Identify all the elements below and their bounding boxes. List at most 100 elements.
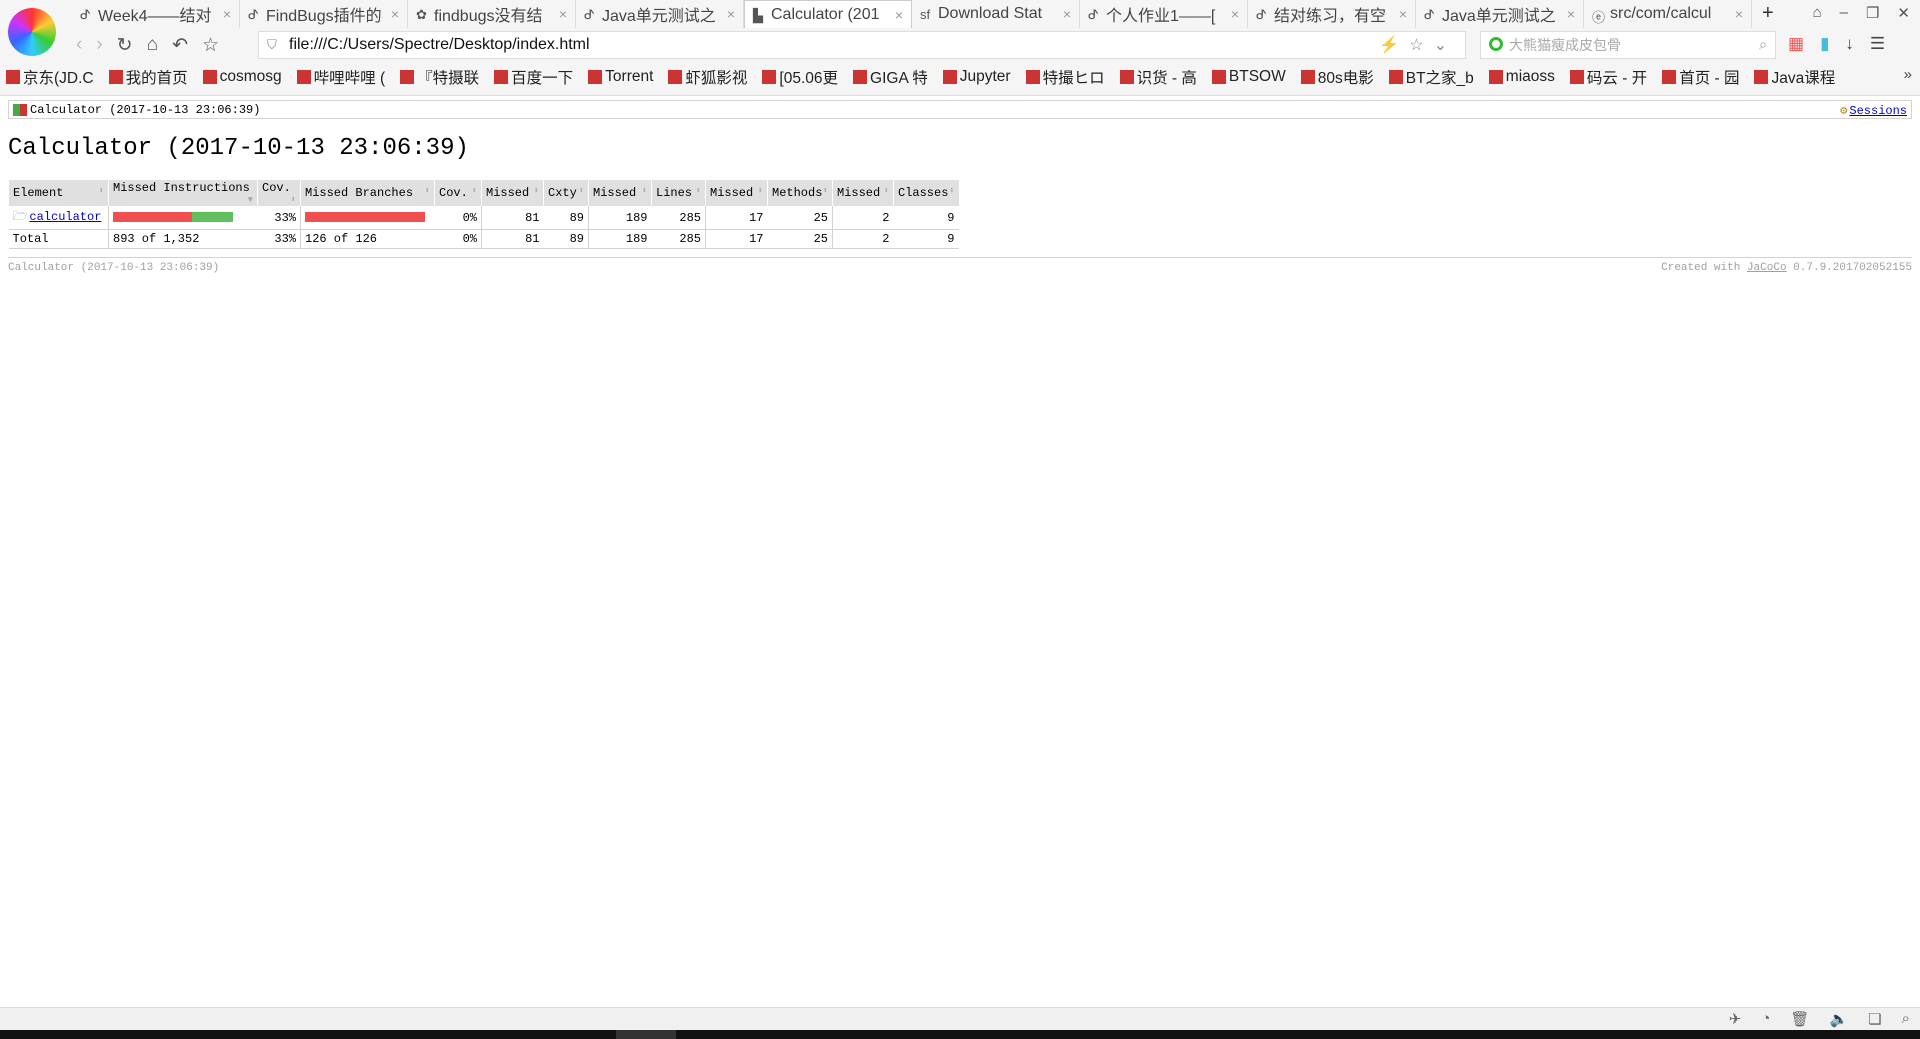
bookmark-item[interactable]: 虾狐影视 xyxy=(668,66,747,88)
address-bar[interactable]: ⛉ file:///C:/Users/Spectre/Desktop/index… xyxy=(258,31,1466,59)
tab[interactable]: ᕷ FindBugs插件的 × xyxy=(240,0,408,28)
cell-missed-branches xyxy=(300,206,435,230)
search-input[interactable]: 大熊猫瘦成皮包骨 ⌕ xyxy=(1480,31,1776,59)
column-header[interactable]: Missed ⬍ xyxy=(481,180,544,206)
column-label: Missed Branches xyxy=(305,186,414,200)
bookmark-item[interactable]: Java课程 xyxy=(1754,66,1835,88)
tab[interactable]: ᕷ Java单元测试之 × xyxy=(576,0,744,28)
star-icon[interactable]: ☆ xyxy=(202,34,219,57)
home-icon[interactable]: ⌂ xyxy=(147,34,158,57)
bookmark-item[interactable]: 码云 - 开 xyxy=(1569,66,1648,88)
tab-close-icon[interactable]: × xyxy=(1399,6,1407,22)
column-header[interactable]: Missed Branches ⬍ xyxy=(300,180,435,206)
sessions-label: Sessions xyxy=(1849,104,1907,118)
tab[interactable]: ᕷ Java单元测试之 × xyxy=(1416,0,1584,28)
new-tab-button[interactable]: + xyxy=(1762,2,1774,25)
column-header[interactable]: Missed ⬍ xyxy=(588,180,652,206)
column-header[interactable]: Missed ⬍ xyxy=(705,180,768,206)
column-header[interactable]: Cov. ⬍ xyxy=(257,180,301,206)
undo-icon[interactable]: ↶ xyxy=(172,34,188,57)
bookmark-item[interactable]: Torrent xyxy=(588,66,653,88)
apps-icon[interactable]: ▦ xyxy=(1788,34,1804,54)
tab-close-icon[interactable]: × xyxy=(727,6,735,22)
tab-close-icon[interactable]: × xyxy=(559,6,567,22)
tab-close-icon[interactable]: × xyxy=(223,6,231,22)
bookmarks-more[interactable]: » xyxy=(1904,66,1912,83)
bookmark-item[interactable]: 百度一下 xyxy=(494,66,573,88)
column-header[interactable]: Missed ⬍ xyxy=(832,180,894,206)
bookmark-item[interactable]: miaoss xyxy=(1488,66,1555,88)
bookmark-item[interactable]: BT之家_b xyxy=(1388,66,1474,88)
tab-close-icon[interactable]: × xyxy=(391,6,399,22)
menu-icon[interactable]: ☰ xyxy=(1870,34,1885,54)
bookmark-label: BT之家_b xyxy=(1405,70,1474,87)
bookmark-label: 识货 - 高 xyxy=(1136,70,1197,87)
tab[interactable]: ᕷ Week4——结对 × xyxy=(72,0,240,28)
tab-close-icon[interactable]: × xyxy=(1567,6,1575,22)
column-header[interactable]: Element ⬍ xyxy=(8,180,109,206)
column-label: Missed Instructions xyxy=(113,181,250,195)
tab-close-icon[interactable]: × xyxy=(1735,6,1743,22)
tab[interactable]: ▙ Calculator (201 × xyxy=(744,0,912,28)
window-controls: ⌂ – ❐ ✕ xyxy=(1813,4,1910,22)
tab-close-icon[interactable]: × xyxy=(1063,6,1071,22)
bookmark-item[interactable]: cosmosg xyxy=(202,66,282,88)
tab[interactable]: ᕷ 个人作业1——[× xyxy=(1080,0,1248,28)
bookmark-icon xyxy=(202,70,217,84)
bookmark-item[interactable]: 80s电影 xyxy=(1300,66,1374,88)
url-text[interactable]: file:///C:/Users/Spectre/Desktop/index.h… xyxy=(289,36,590,54)
volume-icon[interactable]: 🔈 xyxy=(1829,1010,1848,1028)
tab[interactable]: ⓔ src/com/calcul × xyxy=(1584,0,1752,28)
column-header[interactable]: Missed Instructions ▼ xyxy=(108,180,258,206)
reload-icon[interactable]: ↻ xyxy=(117,34,133,57)
back-icon[interactable]: ‹ xyxy=(76,34,82,57)
bookmark-item[interactable]: Jupyter xyxy=(942,66,1011,88)
skin-icon[interactable]: ⌂ xyxy=(1813,4,1822,22)
bookmark-item[interactable]: 我的首页 xyxy=(108,66,188,88)
speed-icon[interactable]: ◔ xyxy=(1761,1010,1770,1028)
search-engine-icon xyxy=(1489,37,1503,51)
column-header[interactable]: Methods ⬍ xyxy=(767,180,833,206)
tab[interactable]: ✿ findbugs没有结 × xyxy=(408,0,576,28)
sessions-link[interactable]: ⚙ Sessions xyxy=(1840,103,1907,118)
tab[interactable]: sf Download Stat × xyxy=(912,0,1080,28)
rocket-icon[interactable]: ✈ xyxy=(1729,1010,1742,1028)
bookmark-item[interactable]: 首页 - 园 xyxy=(1662,66,1739,88)
minimize-button[interactable]: – xyxy=(1840,4,1848,22)
bookmark-item[interactable]: 哔哩哔哩 ( xyxy=(296,66,385,88)
bag-icon[interactable]: ▮ xyxy=(1820,34,1829,54)
download-icon[interactable]: ↓ xyxy=(1845,34,1854,54)
tab-close-icon[interactable]: × xyxy=(1231,6,1239,22)
report-icon xyxy=(13,103,27,116)
bookmark-item[interactable]: [05.06更 xyxy=(762,66,838,88)
forward-icon[interactable]: › xyxy=(96,34,102,57)
bookmark-item[interactable]: GIGA 特 xyxy=(853,66,928,88)
bookmark-item[interactable]: 识货 - 高 xyxy=(1119,66,1197,88)
tab-close-icon[interactable]: × xyxy=(895,7,903,23)
bookmark-item[interactable]: 京东(JD.C xyxy=(6,66,94,88)
bookmark-item[interactable]: 『特摄联 xyxy=(400,66,479,88)
bookmark-item[interactable]: BTSOW xyxy=(1211,66,1286,88)
tab[interactable]: ᕷ 结对练习，有空 × xyxy=(1248,0,1416,28)
maximize-button[interactable]: ❐ xyxy=(1866,4,1879,22)
browser-logo[interactable] xyxy=(8,8,56,56)
column-header[interactable]: Cxty ⬍ xyxy=(543,180,589,206)
jacoco-link[interactable]: JaCoCo xyxy=(1747,262,1787,274)
column-header[interactable]: Lines ⬍ xyxy=(651,180,706,206)
element-link[interactable]: calculator xyxy=(29,210,101,224)
bookmark-icon xyxy=(1388,70,1403,84)
zoom-icon[interactable]: ⌕ xyxy=(1902,1010,1910,1028)
address-actions[interactable]: ⚡☆⌄ xyxy=(1379,35,1457,55)
window-icon[interactable]: ❏ xyxy=(1868,1010,1881,1028)
search-icon[interactable]: ⌕ xyxy=(1759,36,1767,53)
column-header[interactable]: Classes ⬍ xyxy=(893,180,959,206)
cell-classes: 9 xyxy=(893,229,959,249)
tab-label: findbugs没有结 xyxy=(434,8,543,25)
trash-icon[interactable]: 🗑 xyxy=(1790,1010,1809,1028)
column-header[interactable]: Cov. ⬍ xyxy=(434,180,482,206)
close-button[interactable]: ✕ xyxy=(1897,4,1910,22)
bookmark-label: 码云 - 开 xyxy=(1586,70,1648,87)
bookmark-item[interactable]: 特撮ヒロ xyxy=(1025,66,1105,88)
status-bar: ✈ ◔ 🗑 🔈 ❏ ⌕ xyxy=(0,1007,1920,1030)
bookmark-label: 『特摄联 xyxy=(417,70,480,87)
